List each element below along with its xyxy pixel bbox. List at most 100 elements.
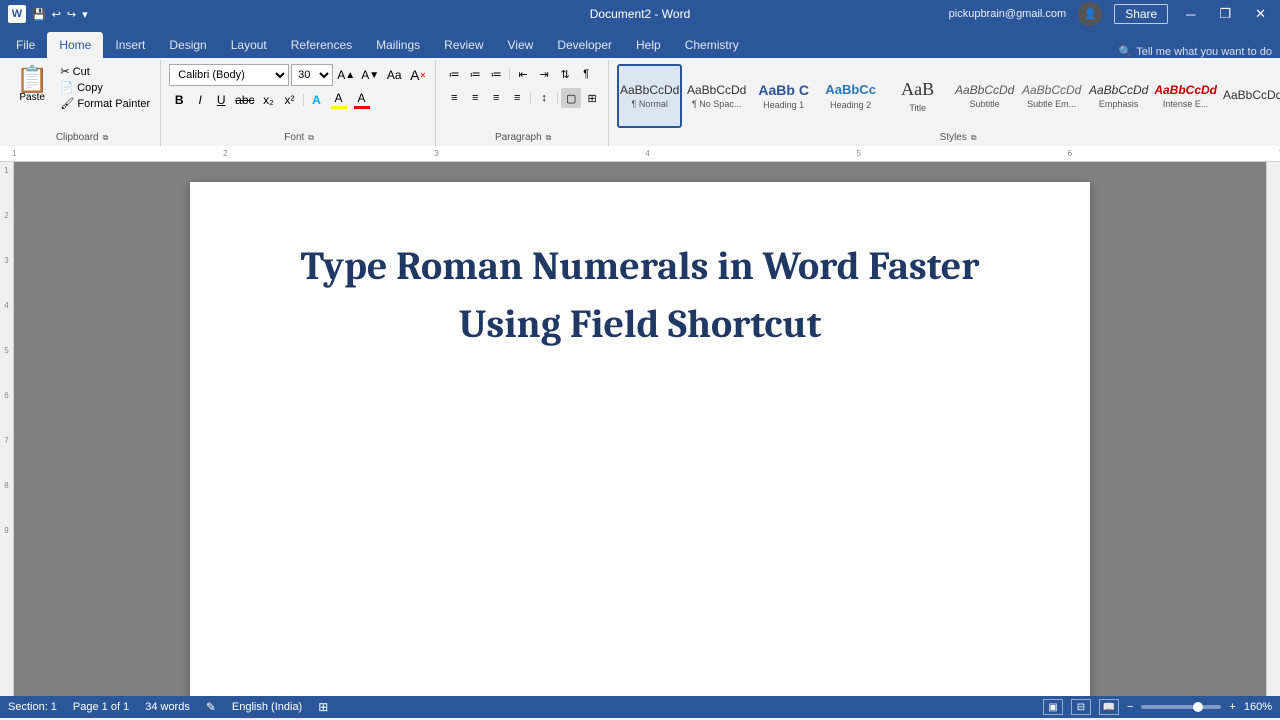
style-subtitle-preview: AaBbCcDd [955, 83, 1014, 97]
text-effects-button[interactable]: A [307, 90, 327, 110]
document-area[interactable]: Type Roman Numerals in Word Faster Using… [14, 162, 1266, 696]
style-extra[interactable]: AaBbCcDd [1220, 64, 1280, 128]
increase-indent-button[interactable]: ⇥ [534, 64, 554, 84]
tab-home[interactable]: Home [47, 32, 103, 58]
bullets-button[interactable]: ≔ [444, 64, 464, 84]
multilevel-button[interactable]: ≔ [486, 64, 506, 84]
style-normal[interactable]: AaBbCcDd ¶ Normal [617, 64, 682, 128]
save-qat-btn[interactable]: 💾 [32, 8, 46, 21]
web-view-btn[interactable]: ⊟ [1071, 699, 1091, 715]
read-mode-btn[interactable]: 📖 [1099, 699, 1119, 715]
tab-file[interactable]: File [4, 32, 47, 58]
zoom-thumb[interactable] [1193, 702, 1203, 712]
font-expand-icon[interactable]: ⧉ [308, 133, 314, 143]
undo-qat-btn[interactable]: ↩ [52, 8, 61, 21]
shading-button[interactable]: ▢ [561, 88, 581, 108]
superscript-button[interactable]: x² [280, 90, 300, 110]
styles-group: AaBbCcDd ¶ Normal AaBbCcDd ¶ No Spac... … [611, 60, 1280, 146]
font-name-select[interactable]: Calibri (Body) [169, 64, 289, 86]
minimize-button[interactable]: ─ [1180, 5, 1201, 24]
cut-button[interactable]: ✂ Cut [56, 64, 154, 79]
right-sidebar [1266, 162, 1280, 696]
style-subtle-em[interactable]: AaBbCcDd Subtle Em... [1019, 64, 1084, 128]
tab-review[interactable]: Review [432, 32, 495, 58]
style-no-spacing-tag: ¶ No Spac... [692, 99, 741, 109]
zoom-minus-btn[interactable]: − [1127, 701, 1133, 713]
zoom-plus-btn[interactable]: + [1229, 701, 1235, 713]
style-title-tag: Title [909, 103, 926, 113]
tab-references[interactable]: References [279, 32, 364, 58]
print-layout-view-btn[interactable]: ▣ [1043, 699, 1063, 715]
share-button[interactable]: Share [1114, 4, 1168, 24]
decrease-indent-button[interactable]: ⇤ [513, 64, 533, 84]
restore-button[interactable]: ❐ [1213, 4, 1237, 24]
style-subtitle[interactable]: AaBbCcDd Subtitle [952, 64, 1017, 128]
format-painter-button[interactable]: 🖌 Format Painter [56, 96, 154, 111]
change-case-button[interactable]: Aa [383, 64, 405, 86]
tab-design[interactable]: Design [157, 32, 218, 58]
style-emphasis-tag: Emphasis [1099, 99, 1139, 109]
style-title[interactable]: AaB Title [885, 64, 950, 128]
line-spacing-button[interactable]: ↕ [534, 88, 554, 108]
close-button[interactable]: ✕ [1249, 4, 1272, 24]
redo-qat-btn[interactable]: ↪ [67, 8, 76, 21]
status-bar: Section: 1 Page 1 of 1 34 words ✎ Englis… [0, 696, 1280, 718]
zoom-slider[interactable] [1141, 705, 1221, 709]
align-left-button[interactable]: ≡ [444, 88, 464, 108]
style-heading1-preview: AaBb C [758, 82, 809, 99]
tab-chemistry[interactable]: Chemistry [673, 32, 751, 58]
bold-button[interactable]: B [169, 90, 189, 110]
font-color-button[interactable]: A [351, 90, 373, 110]
style-heading2-tag: Heading 2 [830, 100, 871, 110]
status-left: Section: 1 Page 1 of 1 34 words ✎ Englis… [8, 700, 328, 714]
style-heading2[interactable]: AaBbCc Heading 2 [818, 64, 883, 128]
paste-icon: 📋 [16, 66, 48, 92]
style-title-preview: AaB [901, 79, 934, 101]
style-extra-preview: AaBbCcDd [1223, 88, 1280, 102]
paragraph-row1: ≔ ≔ ≔ ⇤ ⇥ ⇅ ¶ [444, 64, 596, 84]
paste-button[interactable]: 📋 Paste [10, 64, 54, 105]
font-grow-button[interactable]: A▲ [335, 64, 357, 86]
font-shrink-button[interactable]: A▼ [359, 64, 381, 86]
clipboard-group: 📋 Paste ✂ Cut 📄 Copy 🖌 Format Painter Cl… [4, 60, 161, 146]
tab-layout[interactable]: Layout [219, 32, 279, 58]
italic-button[interactable]: I [190, 90, 210, 110]
ruler-content: 1 2 3 4 5 6 7 8 9 10 11 12 13 14 15 [0, 146, 1280, 161]
style-no-spacing[interactable]: AaBbCcDd ¶ No Spac... [684, 64, 749, 128]
clear-formatting-button[interactable]: A✕ [407, 64, 429, 86]
underline-button[interactable]: U [211, 90, 231, 110]
tab-view[interactable]: View [496, 32, 546, 58]
main-area: 123456789 Type Roman Numerals in Word Fa… [0, 162, 1280, 696]
customize-qat-btn[interactable]: ▾ [82, 8, 88, 21]
strikethrough-button[interactable]: abc [232, 90, 257, 110]
style-intense-em[interactable]: AaBbCcDd Intense E... [1153, 64, 1218, 128]
style-emphasis[interactable]: AaBbCcDd Emphasis [1086, 64, 1151, 128]
align-center-button[interactable]: ≡ [465, 88, 485, 108]
copy-button[interactable]: 📄 Copy [56, 80, 154, 95]
styles-expand-icon[interactable]: ⧉ [971, 133, 977, 143]
tab-mailings[interactable]: Mailings [364, 32, 432, 58]
document-page[interactable]: Type Roman Numerals in Word Faster Using… [190, 182, 1090, 696]
tab-developer[interactable]: Developer [545, 32, 624, 58]
tab-help[interactable]: Help [624, 32, 673, 58]
subscript-button[interactable]: x₂ [259, 90, 279, 110]
justify-button[interactable]: ≡ [507, 88, 527, 108]
show-marks-button[interactable]: ¶ [576, 64, 596, 84]
style-normal-tag: ¶ Normal [631, 99, 667, 109]
numbering-button[interactable]: ≔ [465, 64, 485, 84]
sort-button[interactable]: ⇅ [555, 64, 575, 84]
highlight-color-button[interactable]: A [328, 90, 350, 110]
font-size-select[interactable]: 30 [291, 64, 333, 86]
style-heading1-tag: Heading 1 [763, 100, 804, 110]
user-avatar[interactable]: 👤 [1078, 2, 1102, 26]
style-no-spacing-preview: AaBbCcDd [687, 83, 746, 97]
paragraph-label: Paragraph ⧉ [444, 130, 602, 146]
align-right-button[interactable]: ≡ [486, 88, 506, 108]
paragraph-expand-icon[interactable]: ⧉ [546, 133, 552, 143]
clipboard-expand-icon[interactable]: ⧉ [103, 133, 109, 143]
style-heading1[interactable]: AaBb C Heading 1 [751, 64, 816, 128]
language-status: English (India) [232, 701, 302, 713]
tab-insert[interactable]: Insert [103, 32, 157, 58]
tell-me-input[interactable]: Tell me what you want to do [1136, 46, 1272, 58]
borders-button[interactable]: ⊞ [582, 88, 602, 108]
